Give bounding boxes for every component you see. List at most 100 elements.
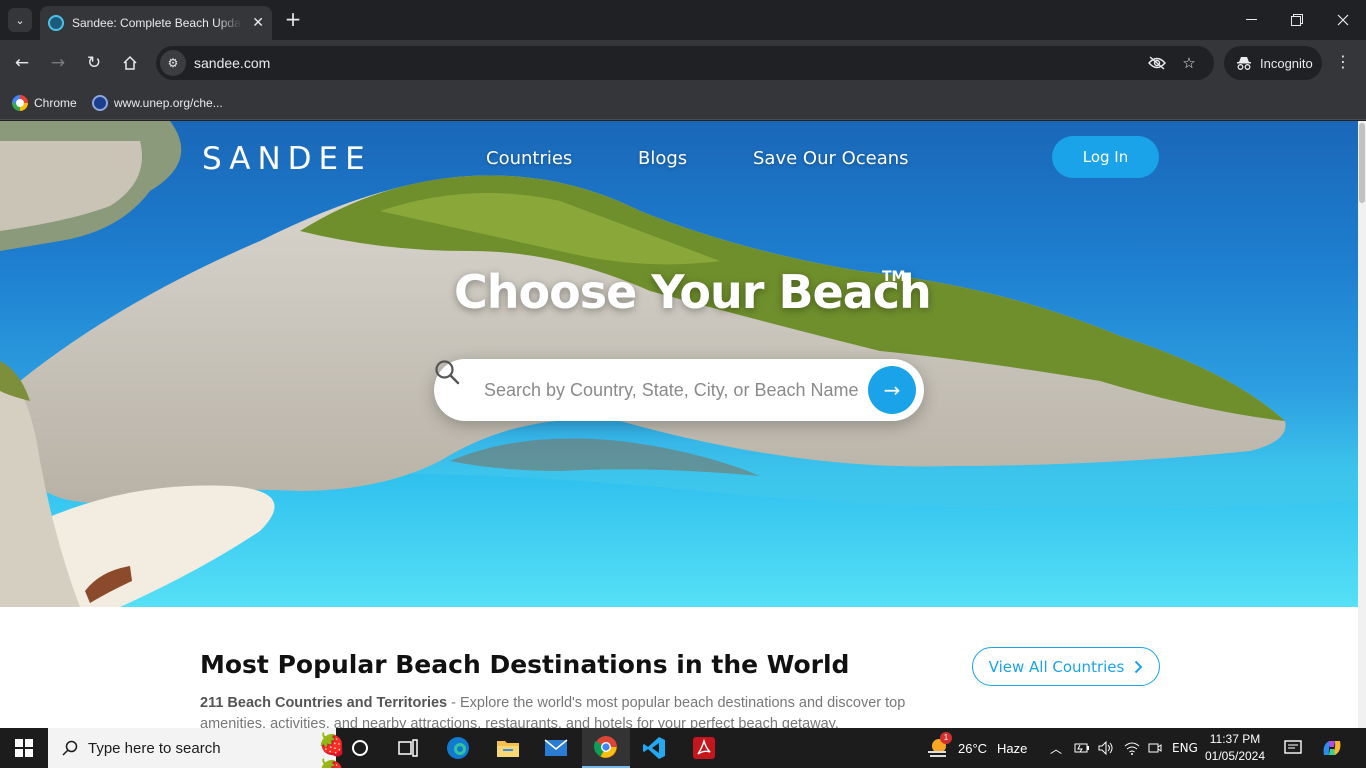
edge-app-button[interactable] [434, 728, 482, 768]
task-view-icon [398, 739, 418, 757]
volume-button[interactable] [1098, 728, 1114, 768]
edge-icon [447, 737, 469, 759]
cortana-icon [352, 740, 368, 756]
url-text[interactable]: sandee.com [194, 55, 270, 71]
forward-button[interactable]: → [44, 49, 72, 77]
meet-now-button[interactable] [1148, 728, 1162, 768]
weather-alert-badge: 1 [940, 732, 952, 744]
close-window-button[interactable] [1320, 0, 1366, 40]
address-bar[interactable]: ⚙ sandee.com ☆ [156, 46, 1214, 80]
reload-button[interactable]: ↻ [80, 49, 108, 77]
nav-blogs-link[interactable]: Blogs [638, 148, 687, 169]
browser-titlebar: ⌄ Sandee: Complete Beach Update ✕ + [0, 0, 1366, 40]
chevron-right-icon [1135, 660, 1143, 673]
google-icon [12, 95, 28, 111]
back-button[interactable]: ← [8, 49, 36, 77]
hero-title: Choose Your Beach [454, 265, 932, 319]
clock-time: 11:37 PM [1209, 732, 1261, 746]
restore-icon [1291, 14, 1303, 26]
bookmark-chrome[interactable]: Chrome [12, 92, 77, 114]
cortana-button[interactable] [336, 728, 384, 768]
weather-condition: Haze [997, 740, 1028, 756]
mail-icon [544, 739, 568, 756]
start-button[interactable] [0, 728, 48, 768]
minimize-icon [1245, 19, 1257, 20]
more-vert-icon: ⋮ [1335, 52, 1351, 71]
eye-off-icon[interactable] [1146, 52, 1168, 74]
scrollbar-thumb[interactable] [1359, 123, 1365, 203]
bookmarks-bar: Chrome www.unep.org/che... [0, 86, 1366, 120]
bookmark-unep[interactable]: www.unep.org/che... [92, 92, 223, 114]
chevron-down-icon: ⌄ [15, 13, 25, 27]
bookmark-label: Chrome [34, 96, 77, 110]
home-button[interactable] [116, 49, 144, 77]
login-button[interactable]: Log In [1052, 136, 1159, 178]
vscode-icon [643, 737, 665, 759]
chrome-icon [594, 736, 617, 758]
sandee-favicon-icon [48, 15, 64, 31]
weather-temp: 26°C [958, 740, 988, 756]
sandee-logo[interactable]: SANDEE [202, 141, 372, 177]
mail-app-button[interactable] [532, 728, 580, 768]
hero-section: SANDEE Countries Blogs Save Our Oceans L… [0, 121, 1358, 607]
close-icon [1337, 14, 1349, 26]
nav-save-our-oceans-link[interactable]: Save Our Oceans [753, 148, 909, 169]
copilot-icon [1323, 741, 1341, 755]
tab-title: Sandee: Complete Beach Update [72, 16, 242, 30]
nav-countries-link[interactable]: Countries [486, 148, 572, 169]
notifications-button[interactable] [1284, 728, 1302, 768]
taskbar-search-placeholder: Type here to search [88, 739, 221, 757]
wifi-icon [1124, 742, 1140, 755]
arrow-right-icon: → [883, 378, 901, 402]
windows-taskbar: Type here to search 🍓🍓 1 26°C Haze ︿ [0, 728, 1366, 768]
page-viewport: SANDEE Countries Blogs Save Our Oceans L… [0, 121, 1366, 728]
folder-icon [497, 741, 519, 757]
close-tab-icon[interactable]: ✕ [252, 15, 264, 31]
search-icon [62, 740, 78, 756]
tab-search-button[interactable]: ⌄ [8, 8, 32, 32]
battery-plug-icon [1074, 743, 1089, 753]
bookmark-star-icon[interactable]: ☆ [1178, 52, 1200, 74]
network-button[interactable] [1124, 728, 1140, 768]
file-explorer-button[interactable] [484, 728, 532, 768]
taskbar-search-box[interactable]: Type here to search 🍓🍓 [48, 728, 345, 768]
vscode-app-button[interactable] [630, 728, 678, 768]
popular-destinations-description: 211 Beach Countries and Territories - Ex… [200, 693, 940, 728]
bookmark-label: www.unep.org/che... [114, 96, 223, 110]
taskbar-clock[interactable]: 11:37 PM 01/05/2024 [1200, 731, 1270, 765]
arrow-left-icon: ← [14, 53, 30, 73]
camera-icon [1148, 743, 1162, 753]
unep-icon [92, 95, 108, 111]
show-hidden-icons-button[interactable]: ︿ [1050, 728, 1062, 768]
weather-widget[interactable]: 1 26°C Haze [926, 728, 1027, 768]
notification-icon [1284, 740, 1302, 754]
input-language-button[interactable]: ENG [1172, 728, 1198, 768]
new-tab-button[interactable]: + [282, 8, 304, 30]
task-view-button[interactable] [384, 728, 432, 768]
trademark-symbol: TM [882, 269, 906, 285]
search-submit-button[interactable]: → [868, 366, 916, 414]
browser-menu-button[interactable]: ⋮ [1332, 52, 1354, 74]
weather-haze-icon: 1 [926, 732, 952, 760]
browser-tab-active[interactable]: Sandee: Complete Beach Update ✕ [40, 6, 272, 40]
incognito-icon [1237, 57, 1251, 70]
popular-destinations-title: Most Popular Beach Destinations in the W… [200, 650, 850, 679]
clock-date: 01/05/2024 [1204, 749, 1266, 763]
restore-window-button[interactable] [1274, 0, 1320, 40]
speaker-icon [1098, 741, 1113, 755]
incognito-indicator[interactable]: Incognito [1224, 46, 1322, 80]
acrobat-app-button[interactable] [680, 728, 728, 768]
battery-status[interactable] [1074, 728, 1090, 768]
home-icon [123, 55, 137, 70]
view-all-countries-button[interactable]: View All Countries [972, 647, 1160, 686]
chrome-app-button[interactable] [582, 728, 630, 768]
site-info-icon[interactable]: ⚙ [160, 50, 186, 76]
view-all-label: View All Countries [988, 657, 1125, 676]
reload-icon: ↻ [86, 53, 102, 73]
minimize-window-button[interactable] [1228, 0, 1274, 40]
copilot-button[interactable] [1320, 728, 1344, 768]
beach-search-input[interactable] [484, 376, 869, 404]
incognito-label: Incognito [1260, 55, 1313, 71]
beach-search-box: → [434, 359, 924, 421]
page-scrollbar[interactable] [1358, 121, 1366, 728]
